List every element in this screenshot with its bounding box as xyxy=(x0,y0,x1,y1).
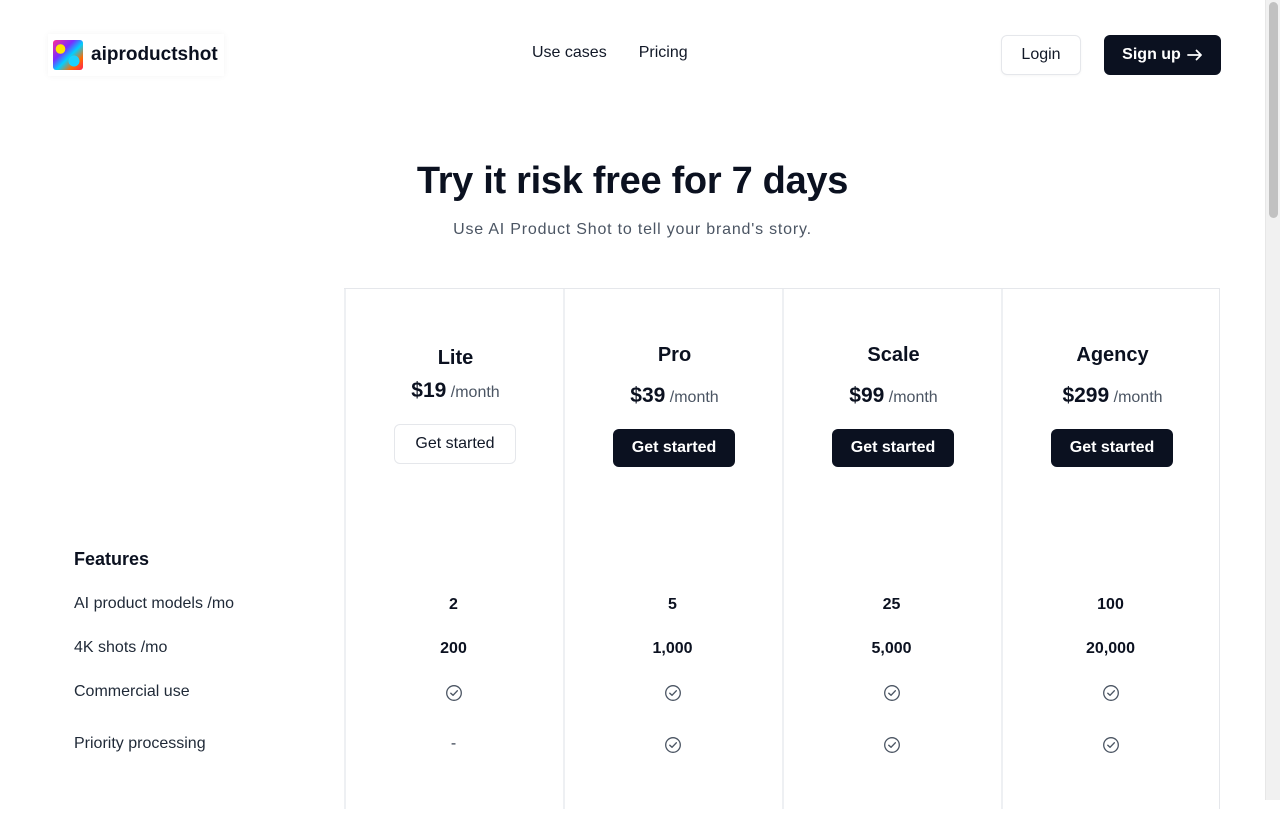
get-started-button-pro[interactable]: Get started xyxy=(613,429,735,467)
price-period: /month xyxy=(888,389,938,406)
feature-value: 100 xyxy=(1097,596,1124,613)
price-amount: $99 xyxy=(849,384,885,407)
feature-label: AI product models /mo xyxy=(74,595,235,612)
price-amount: $19 xyxy=(411,379,447,402)
plan-name: Agency xyxy=(1076,344,1149,366)
plan-name: Pro xyxy=(657,344,692,366)
check-circle-icon xyxy=(563,736,782,754)
plan-column-pro: Pro $39 /month Get started xyxy=(563,289,782,809)
plan-name: Lite xyxy=(437,347,474,369)
logo-icon xyxy=(53,40,83,70)
feature-label: 4K shots /mo xyxy=(74,639,168,656)
feature-label: Commercial use xyxy=(74,683,190,700)
check-circle-icon xyxy=(782,684,1001,702)
plan-column-lite: Lite $19 /month Get started xyxy=(344,289,563,809)
plan-column-agency: Agency $299 /month Get started xyxy=(1001,289,1220,809)
plan-name: Scale xyxy=(867,344,920,366)
feature-value: 2 xyxy=(449,596,458,613)
login-button[interactable]: Login xyxy=(1001,35,1081,75)
feature-value: 20,000 xyxy=(1086,640,1135,657)
price-period: /month xyxy=(1113,389,1163,406)
feature-label: Priority processing xyxy=(74,735,206,752)
plan-price: $299 /month xyxy=(1003,384,1222,408)
plan-column-scale: Scale $99 /month Get started xyxy=(782,289,1001,809)
plan-price: $39 /month xyxy=(565,384,784,408)
price-amount: $299 xyxy=(1062,384,1110,407)
price-period: /month xyxy=(669,389,719,406)
check-circle-icon xyxy=(344,684,563,702)
feature-value: 25 xyxy=(882,596,901,613)
signup-label: Sign up xyxy=(1122,46,1181,63)
get-started-button-scale[interactable]: Get started xyxy=(832,429,954,467)
signup-button[interactable]: Sign up xyxy=(1104,35,1221,75)
get-started-button-agency[interactable]: Get started xyxy=(1051,429,1173,467)
scrollbar-thumb[interactable] xyxy=(1269,2,1278,218)
page-subtitle: Use AI Product Shot to tell your brand's… xyxy=(453,221,812,238)
features-heading: Features xyxy=(74,549,150,569)
arrow-right-icon xyxy=(1186,49,1202,61)
plan-price: $99 /month xyxy=(784,384,1003,408)
price-period: /month xyxy=(450,384,500,401)
feature-value: 1,000 xyxy=(652,640,693,657)
main-nav: Use cases Pricing xyxy=(532,44,688,62)
feature-value: 5 xyxy=(668,596,677,613)
feature-value: 5,000 xyxy=(871,640,912,657)
price-amount: $39 xyxy=(630,384,666,407)
check-circle-icon xyxy=(563,684,782,702)
nav-link-pricing[interactable]: Pricing xyxy=(639,44,688,62)
vertical-scrollbar[interactable] xyxy=(1265,0,1280,800)
brand-name: aiproductshot xyxy=(91,44,218,65)
get-started-button-lite[interactable]: Get started xyxy=(394,424,516,464)
nav-link-use-cases[interactable]: Use cases xyxy=(532,44,607,62)
page-title: Try it risk free for 7 days xyxy=(416,160,849,202)
brand-logo[interactable]: aiproductshot xyxy=(48,34,224,76)
plan-price: $19 /month xyxy=(346,379,565,403)
feature-value: 200 xyxy=(440,640,467,657)
check-circle-icon xyxy=(1001,684,1220,702)
check-circle-icon xyxy=(1001,736,1220,754)
check-circle-icon xyxy=(782,736,1001,754)
feature-value-none: - xyxy=(450,735,457,752)
